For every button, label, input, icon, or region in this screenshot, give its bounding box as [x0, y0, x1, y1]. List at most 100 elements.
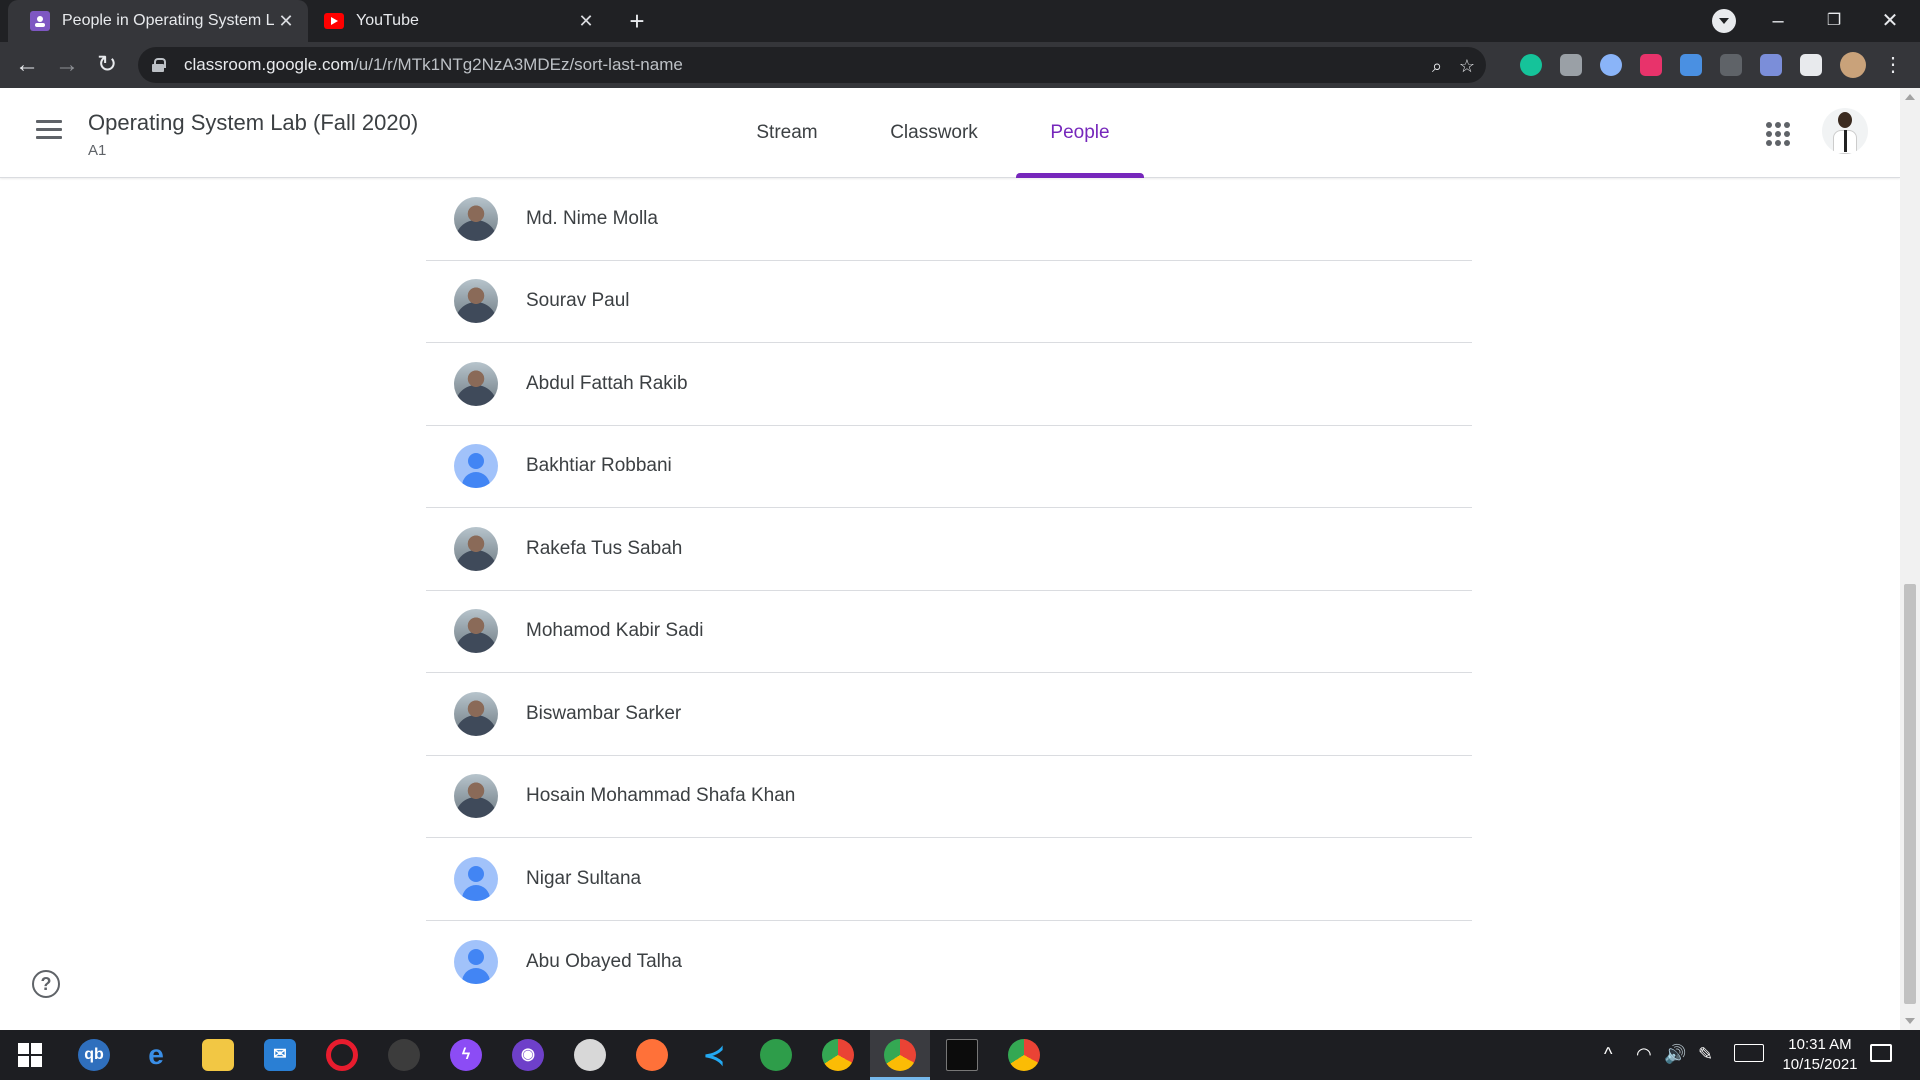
keyboard-icon[interactable]: [1734, 1044, 1764, 1062]
inkscape-icon[interactable]: [388, 1039, 420, 1071]
taskbar: qb e ✉ ϟ ◉ ≺ ^ ◠ 🔊 ✎ 10:31 AM 10/15/2021: [0, 1030, 1920, 1080]
terminal-icon[interactable]: [946, 1039, 978, 1071]
tab-classwork[interactable]: Classwork: [870, 88, 998, 178]
vscode-icon[interactable]: ≺: [698, 1039, 730, 1071]
avatar: [454, 691, 498, 736]
lock-icon: [152, 58, 166, 72]
pen-tray-icon[interactable]: ✎: [1698, 1044, 1713, 1065]
list-item[interactable]: Biswambar Sarker: [426, 673, 1472, 756]
clock-time[interactable]: 10:31 AM: [1780, 1036, 1860, 1053]
tab-youtube[interactable]: YouTube ✕: [308, 0, 608, 42]
list-item[interactable]: Abu Obayed Talha: [426, 921, 1472, 1004]
qbittorrent-icon[interactable]: qb: [78, 1039, 110, 1071]
scrollbar-thumb[interactable]: [1904, 584, 1916, 1004]
avatar: [454, 361, 498, 406]
restore-icon[interactable]: ❐: [1814, 6, 1854, 36]
chrome-icon[interactable]: [822, 1039, 854, 1071]
close-tab-icon[interactable]: ✕: [574, 11, 598, 32]
file-explorer-icon[interactable]: [202, 1039, 234, 1071]
minimize-icon[interactable]: –: [1758, 6, 1798, 36]
app-icon[interactable]: [760, 1039, 792, 1071]
person-name: Md. Nime Molla: [526, 207, 658, 229]
profile-avatar[interactable]: [1840, 52, 1866, 78]
chrome-icon[interactable]: [1008, 1039, 1040, 1071]
person-name: Abu Obayed Talha: [526, 950, 682, 972]
scroll-up-arrow-icon[interactable]: [1905, 94, 1915, 100]
grammarly-icon[interactable]: [1520, 54, 1542, 76]
window-close-icon[interactable]: ✕: [1870, 6, 1910, 36]
ext-icon[interactable]: [1600, 54, 1622, 76]
avatar: [454, 774, 498, 819]
ext-play-icon[interactable]: [1640, 54, 1662, 76]
person-name: Hosain Mohammad Shafa Khan: [526, 785, 796, 807]
avatar: [454, 444, 498, 489]
firefox-icon[interactable]: [636, 1039, 668, 1071]
show-hidden-icons-icon[interactable]: ^: [1604, 1044, 1612, 1065]
person-name: Biswambar Sarker: [526, 702, 682, 724]
menu-kebab-icon[interactable]: ⋮: [1878, 50, 1908, 80]
list-item[interactable]: Md. Nime Molla: [426, 178, 1472, 261]
camera-icon[interactable]: [1560, 54, 1582, 76]
course-section: A1: [88, 142, 107, 159]
help-icon[interactable]: ?: [32, 970, 60, 998]
back-icon[interactable]: ←: [12, 50, 42, 80]
list-item[interactable]: Bakhtiar Robbani: [426, 426, 1472, 508]
account-avatar[interactable]: [1822, 108, 1868, 154]
ext-icon[interactable]: [1720, 54, 1742, 76]
puzzle-icon[interactable]: [1800, 54, 1822, 76]
pen-icon[interactable]: [1760, 54, 1782, 76]
github-icon[interactable]: ◉: [512, 1039, 544, 1071]
new-tab-button[interactable]: +: [622, 6, 652, 36]
list-item[interactable]: Mohamod Kabir Sadi: [426, 591, 1472, 673]
mail-icon[interactable]: ✉: [264, 1039, 296, 1071]
course-title[interactable]: Operating System Lab (Fall 2020): [88, 110, 418, 136]
paint-icon[interactable]: [574, 1039, 606, 1071]
url-text: classroom.google.com/u/1/r/MTk1NTg2NzA3M…: [184, 55, 683, 74]
person-name: Sourav Paul: [526, 290, 630, 312]
list-item[interactable]: Abdul Fattah Rakib: [426, 343, 1472, 426]
tab-title: People in Operating System Lab (: [62, 12, 274, 29]
avatar: [454, 856, 498, 901]
scroll-down-arrow-icon[interactable]: [1905, 1018, 1915, 1024]
avatar: [454, 939, 498, 984]
browser-toolbar: ← → ↻ classroom.google.com/u/1/r/MTk1NTg…: [0, 42, 1920, 88]
edge-icon[interactable]: e: [140, 1039, 172, 1071]
zoom-icon[interactable]: ⌕: [1426, 55, 1448, 77]
address-bar[interactable]: classroom.google.com/u/1/r/MTk1NTg2NzA3M…: [138, 47, 1486, 83]
forward-icon[interactable]: →: [52, 50, 82, 80]
clock-date[interactable]: 10/15/2021: [1772, 1056, 1868, 1073]
list-item[interactable]: Hosain Mohammad Shafa Khan: [426, 756, 1472, 838]
person-name: Abdul Fattah Rakib: [526, 372, 688, 394]
network-icon[interactable]: ◠: [1636, 1044, 1652, 1065]
volume-icon[interactable]: 🔊: [1664, 1044, 1686, 1065]
browser-tab-bar: People in Operating System Lab ( ✕ YouTu…: [0, 0, 1920, 42]
people-list: Md. Nime Molla Sourav Paul Abdul Fattah …: [426, 178, 1472, 1003]
avatar: [454, 526, 498, 571]
list-item[interactable]: Nigar Sultana: [426, 838, 1472, 921]
hamburger-menu-icon[interactable]: [36, 120, 62, 140]
notification-icon[interactable]: [1870, 1044, 1892, 1062]
classroom-icon: [30, 11, 50, 31]
messenger-icon[interactable]: ϟ: [450, 1039, 482, 1071]
bookmark-star-icon[interactable]: ☆: [1456, 55, 1478, 77]
close-tab-icon[interactable]: ✕: [274, 11, 298, 32]
avatar: [454, 609, 498, 654]
windows-start-icon[interactable]: [14, 1039, 46, 1071]
person-name: Mohamod Kabir Sadi: [526, 620, 704, 642]
tab-classroom[interactable]: People in Operating System Lab ( ✕: [8, 0, 308, 42]
list-item[interactable]: Rakefa Tus Sabah: [426, 508, 1472, 591]
reload-icon[interactable]: ↻: [92, 50, 122, 80]
chrome-icon[interactable]: [884, 1039, 916, 1071]
download-icon[interactable]: [1680, 54, 1702, 76]
person-name: Nigar Sultana: [526, 867, 642, 889]
opera-icon[interactable]: [326, 1039, 358, 1071]
youtube-icon: [324, 13, 344, 29]
tab-stream[interactable]: Stream: [736, 88, 838, 178]
list-item[interactable]: Sourav Paul: [426, 261, 1472, 343]
person-name: Rakefa Tus Sabah: [526, 537, 683, 559]
tab-search-icon[interactable]: [1712, 9, 1736, 33]
avatar: [454, 196, 498, 241]
tab-people[interactable]: People: [1016, 88, 1144, 178]
scrollbar[interactable]: [1900, 88, 1920, 1030]
google-apps-icon[interactable]: [1766, 122, 1790, 146]
